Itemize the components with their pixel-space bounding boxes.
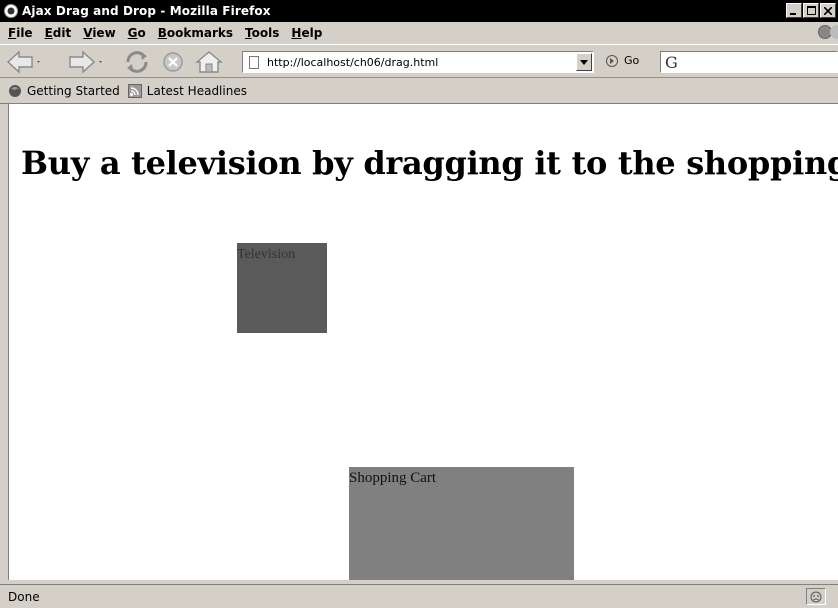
security-status-icon[interactable] [806, 588, 826, 605]
browser-window: Ajax Drag and Drop - Mozilla Firefox Fil… [0, 0, 838, 608]
status-bar: Done [0, 584, 838, 608]
go-button[interactable]: Go [606, 54, 639, 67]
forward-arrow-icon [69, 50, 102, 74]
menu-go[interactable]: Go [128, 26, 146, 40]
maximize-button[interactable] [803, 3, 819, 18]
go-label: Go [624, 54, 640, 67]
firefox-app-icon [4, 4, 18, 18]
title-bar[interactable]: Ajax Drag and Drop - Mozilla Firefox [0, 0, 838, 22]
firefox-icon [8, 84, 22, 98]
minimize-icon [790, 12, 796, 15]
bookmark-latest-headlines[interactable]: Latest Headlines [127, 83, 247, 98]
shopping-cart-label: Shopping Cart [349, 470, 437, 486]
bookmarks-toolbar: Getting Started Latest Headlines [0, 78, 838, 104]
bookmark-label: Latest Headlines [146, 83, 247, 98]
search-box[interactable]: G [660, 51, 838, 73]
status-text: Done [8, 589, 40, 604]
url-input[interactable] [267, 55, 567, 69]
home-button[interactable] [194, 50, 224, 74]
menu-edit[interactable]: Edit [45, 26, 72, 40]
maximize-icon [806, 6, 816, 15]
minimize-button[interactable] [786, 3, 802, 18]
url-dropdown-button[interactable] [576, 53, 592, 71]
page-content: Buy a television by dragging it to the s… [8, 104, 838, 580]
navigation-toolbar: Go G [0, 44, 838, 78]
rss-feed-icon [127, 83, 142, 98]
shopping-cart-dropzone[interactable]: Shopping Cart [349, 467, 574, 580]
forward-button[interactable] [66, 50, 106, 74]
window-controls [786, 3, 836, 18]
menu-view[interactable]: View [83, 26, 115, 40]
reload-icon [126, 51, 148, 73]
menu-bar: File Edit View Go Bookmarks Tools Help [0, 22, 838, 44]
page-icon [249, 55, 259, 69]
stop-icon [163, 52, 183, 72]
back-button[interactable] [6, 50, 44, 74]
window-title: Ajax Drag and Drop - Mozilla Firefox [22, 4, 271, 18]
back-arrow-icon [6, 50, 40, 74]
television-draggable[interactable]: Television [237, 243, 327, 333]
close-button[interactable] [820, 3, 836, 18]
google-search-icon: G [665, 53, 678, 72]
close-icon [824, 6, 832, 15]
menu-help[interactable]: Help [291, 26, 322, 40]
home-icon [195, 51, 223, 73]
menu-bookmarks[interactable]: Bookmarks [158, 26, 233, 40]
page-heading: Buy a television by dragging it to the s… [21, 144, 838, 182]
address-bar[interactable] [242, 51, 594, 73]
chevron-down-icon [580, 59, 588, 65]
menu-file[interactable]: File [8, 26, 33, 40]
television-label: Television [237, 247, 296, 262]
throbber-secondary-icon [830, 25, 838, 39]
bookmark-getting-started[interactable]: Getting Started [8, 84, 120, 98]
stop-button[interactable] [160, 50, 186, 74]
menu-tools[interactable]: Tools [245, 26, 279, 40]
go-arrow-icon [606, 54, 618, 67]
reload-button[interactable] [122, 50, 152, 74]
bookmark-label: Getting Started [27, 83, 120, 98]
